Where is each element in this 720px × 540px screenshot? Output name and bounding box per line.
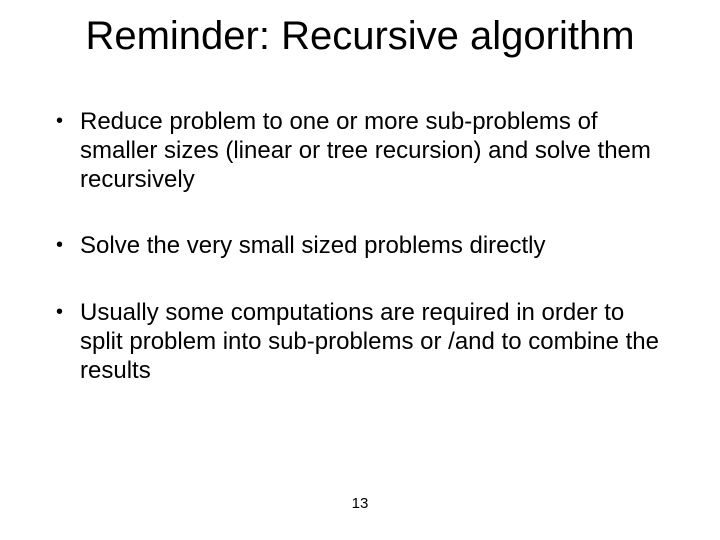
bullet-item: Usually some computations are required i… (54, 299, 672, 385)
slide: Reminder: Recursive algorithm Reduce pro… (0, 0, 720, 540)
slide-body: Reduce problem to one or more sub-proble… (54, 108, 672, 424)
slide-title: Reminder: Recursive algorithm (0, 14, 720, 59)
bullet-item: Solve the very small sized problems dire… (54, 232, 672, 261)
page-number: 13 (0, 495, 720, 512)
bullet-list: Reduce problem to one or more sub-proble… (54, 108, 672, 386)
bullet-item: Reduce problem to one or more sub-proble… (54, 108, 672, 194)
